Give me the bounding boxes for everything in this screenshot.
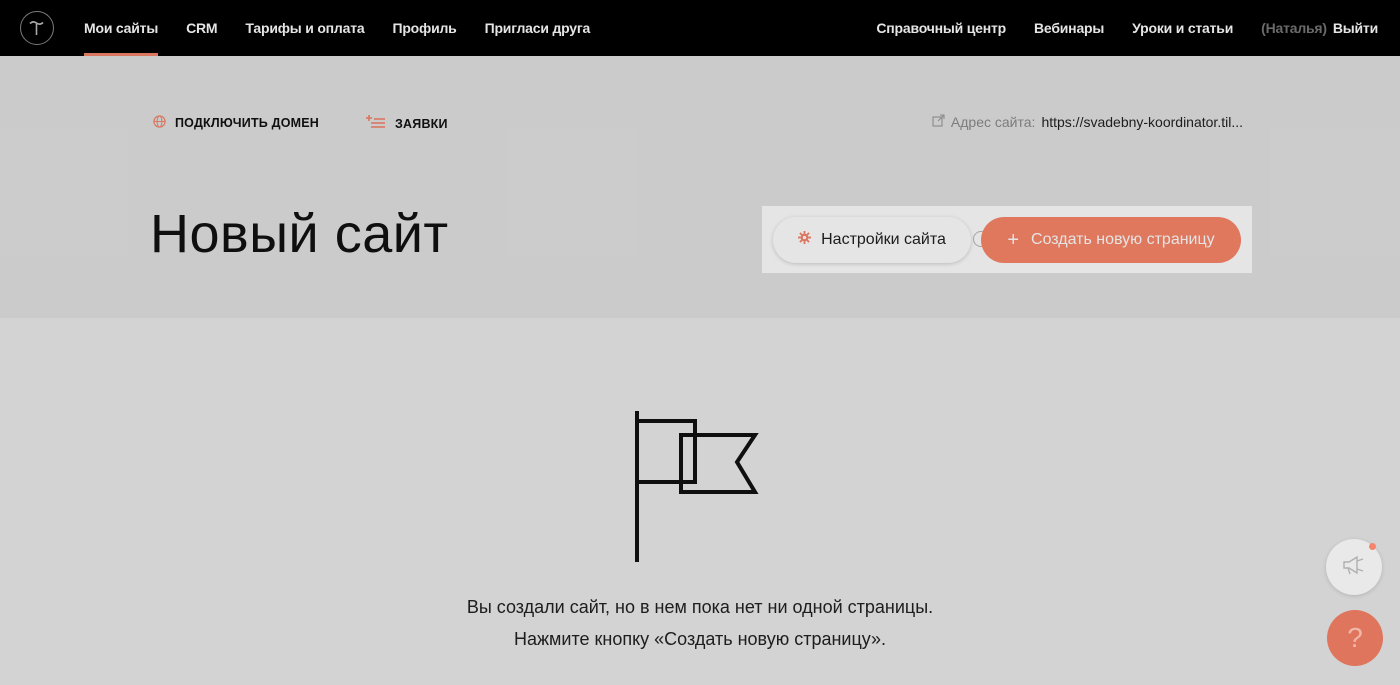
nav-tariffs[interactable]: Тарифы и оплата	[245, 0, 364, 56]
empty-message-line1: Вы создали сайт, но в нем пока нет ни од…	[466, 597, 934, 617]
site-address-link[interactable]: https://svadebny-koordinator.til...	[1041, 114, 1243, 130]
empty-message-line2: Нажмите кнопку «Создать новую страницу».	[513, 629, 886, 649]
create-page-label: Создать новую страницу	[1031, 231, 1215, 248]
nav-invite-friend[interactable]: Пригласи друга	[485, 0, 591, 56]
leads-label: ЗАЯВКИ	[395, 116, 448, 131]
nav-profile[interactable]: Профиль	[392, 0, 456, 56]
notification-dot	[1369, 543, 1376, 550]
logout-link[interactable]: Выйти	[1333, 0, 1378, 56]
list-add-icon	[366, 115, 386, 132]
megaphone-icon	[1341, 554, 1367, 581]
secondary-nav: Справочный центр Вебинары Уроки и статьи…	[876, 0, 1378, 56]
flag-icon	[631, 409, 761, 569]
help-button[interactable]: ?	[1327, 610, 1383, 666]
external-link-icon	[932, 114, 945, 130]
page-title: Новый сайт	[150, 204, 449, 264]
site-header: ПОДКЛЮЧИТЬ ДОМЕН ЗАЯВКИ Адрес сайта: htt…	[0, 56, 1400, 318]
help-label: ?	[1347, 622, 1363, 653]
top-navigation-bar: Мои сайты CRM Тарифы и оплата Профиль Пр…	[0, 0, 1400, 56]
site-address-label: Адрес сайта:	[950, 114, 1036, 130]
tilda-logo-icon[interactable]	[20, 11, 54, 45]
news-button[interactable]	[1326, 539, 1382, 595]
pages-area: Вы создали сайт, но в нем пока нет ни од…	[0, 318, 1400, 685]
gear-icon	[798, 231, 812, 249]
nav-help-center[interactable]: Справочный центр	[876, 0, 1006, 56]
site-actions: Настройки сайта + Создать новую страницу	[762, 206, 1252, 273]
create-page-button[interactable]: + Создать новую страницу	[981, 217, 1241, 263]
user-group: (Наталья) Выйти	[1261, 0, 1378, 56]
user-name: (Наталья)	[1261, 20, 1327, 36]
leads-link[interactable]: ЗАЯВКИ	[366, 115, 448, 132]
connect-domain-label: ПОДКЛЮЧИТЬ ДОМЕН	[175, 116, 320, 130]
nav-crm[interactable]: CRM	[186, 0, 217, 56]
site-settings-label: Настройки сайта	[821, 231, 946, 248]
nav-webinars[interactable]: Вебинары	[1034, 0, 1104, 56]
connect-domain-link[interactable]: ПОДКЛЮЧИТЬ ДОМЕН	[153, 115, 319, 131]
site-settings-button[interactable]: Настройки сайта	[773, 217, 971, 263]
main-nav: Мои сайты CRM Тарифы и оплата Профиль Пр…	[84, 0, 590, 56]
globe-icon	[153, 115, 166, 131]
nav-my-sites[interactable]: Мои сайты	[84, 0, 158, 56]
plus-icon: +	[1007, 229, 1020, 251]
nav-lessons[interactable]: Уроки и статьи	[1132, 0, 1233, 56]
site-address: Адрес сайта: https://svadebny-koordinato…	[932, 114, 1243, 130]
